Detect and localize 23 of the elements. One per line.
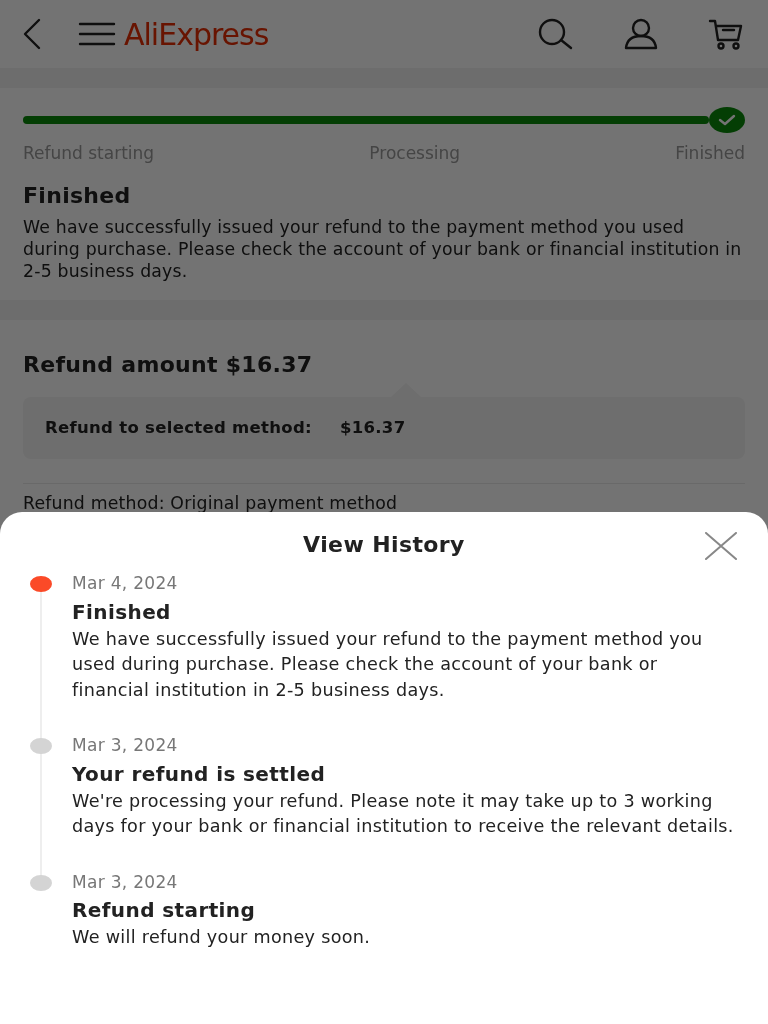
search-icon[interactable] — [536, 18, 574, 50]
event-description: We will refund your money soon. — [72, 926, 372, 949]
sheet-title: View History — [303, 532, 465, 557]
back-icon[interactable] — [22, 17, 42, 51]
cart-icon[interactable] — [708, 18, 744, 50]
status-title: Finished — [23, 181, 132, 210]
close-icon[interactable] — [704, 532, 738, 560]
refund-method-text: Refund method: Original payment method — [23, 492, 399, 515]
status-description: We have successfully issued your refund to the payment method you used during purchase. Please check the account of your bank or financial institution in 2-5 business days. — [23, 215, 743, 282]
refund-method-label: Refund to selected method: — [45, 416, 312, 439]
logo[interactable]: AliExpress — [124, 11, 269, 57]
user-icon[interactable] — [624, 18, 658, 50]
event-date: Mar 4, 2024 — [72, 572, 179, 595]
event-title: Finished — [72, 598, 172, 626]
menu-icon[interactable] — [78, 21, 116, 47]
event-title: Your refund is settled — [72, 760, 327, 788]
refund-amount-title: Refund amount $16.37 — [23, 350, 314, 379]
event-description: We're processing your refund. Please note it may take up to 3 working days for your bank or financial institution to receive the relevant details. — [72, 789, 735, 838]
event-date: Mar 3, 2024 — [72, 870, 179, 894]
refund-method-amount: $16.37 — [339, 416, 406, 439]
event-title: Refund starting — [72, 897, 257, 924]
event-description: We have successfully issued your refund to the payment method you used during purchase. Please check the account of your bank or financial institution in 2-5 business days. — [72, 627, 704, 702]
event-date: Mar 3, 2024 — [72, 734, 179, 757]
